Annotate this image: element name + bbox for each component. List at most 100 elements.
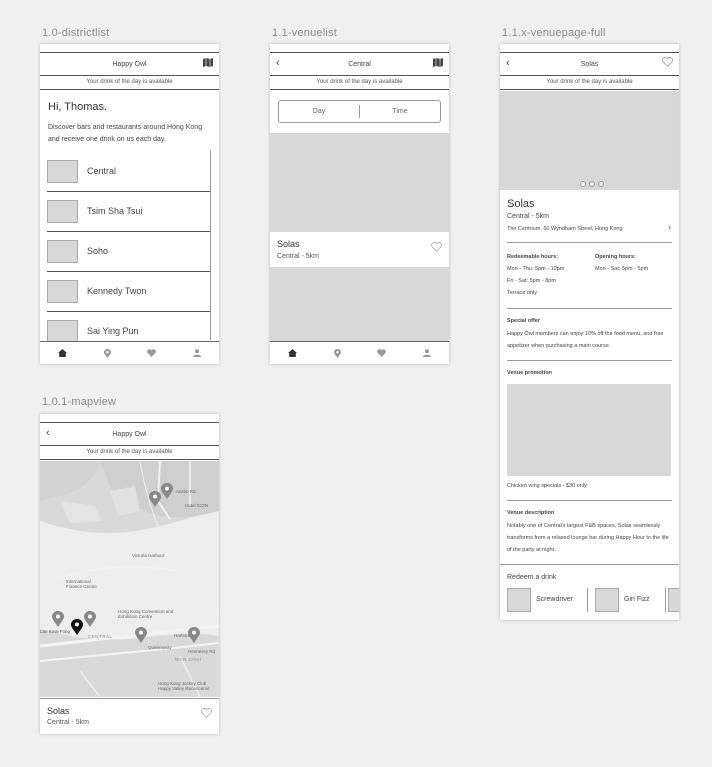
map-marker-icon[interactable] — [135, 627, 147, 643]
venue-image[interactable] — [270, 267, 449, 341]
map-label: Austin Rd — [176, 489, 196, 494]
heart-icon[interactable] — [662, 57, 673, 69]
redeem-hours-line: Fri - Sat: 5pm - 8pm — [507, 278, 556, 284]
opening-hours-line: Mon - Sat: 5pm - 5pm — [595, 266, 649, 272]
drink-banner[interactable]: Your drink of the day is available — [270, 75, 449, 90]
district-thumbnail — [47, 240, 78, 263]
redeem-hours-title: Redeemable hours: — [507, 254, 559, 260]
user-icon[interactable] — [419, 346, 435, 360]
filter-time[interactable]: Time — [360, 101, 440, 122]
districtlist-screen: Happy Owl Your drink of the day is avail… — [40, 44, 219, 364]
venuelist-screen: ‹ Central Your drink of the day is avail… — [270, 44, 449, 364]
intro-text: Discover bars and restaurants around Hon… — [48, 124, 203, 143]
header-title: Central — [348, 60, 371, 68]
map-marker-icon[interactable] — [52, 611, 64, 627]
chevron-right-icon[interactable]: › — [668, 222, 671, 232]
promotion-caption: Chicken wing specials - $30 only — [507, 483, 587, 489]
venue-name[interactable]: Solas — [47, 706, 70, 716]
heart-icon[interactable] — [201, 705, 212, 723]
map-icon[interactable] — [433, 58, 443, 69]
promotion-image[interactable] — [507, 384, 671, 476]
map-label: Lan Kwai Fong — [40, 629, 71, 634]
carousel-dots[interactable] — [580, 181, 604, 187]
map-marker-icon[interactable] — [149, 491, 161, 507]
map-marker-icon[interactable] — [99, 346, 115, 360]
drink-thumbnail — [595, 588, 619, 612]
divider — [507, 242, 672, 243]
divider — [507, 360, 672, 361]
carousel-dot[interactable] — [598, 181, 604, 187]
special-offer-title: Special offer — [507, 318, 541, 324]
divider — [507, 500, 672, 501]
drink-banner[interactable]: Your drink of the day is available — [40, 445, 219, 460]
drink-label: Screwdriver — [536, 596, 573, 603]
frame-label-venuelist: 1.1-venuelist — [272, 27, 337, 39]
venue-image[interactable] — [270, 133, 449, 232]
venue-description-text: Notably one of Central's largest F&B spa… — [507, 523, 669, 553]
map-label: Hong Kong Jockey Club Happy Valley Racec… — [158, 681, 210, 691]
map-marker-icon[interactable] — [84, 611, 96, 627]
map-icon[interactable] — [203, 58, 213, 69]
heart-icon[interactable] — [431, 239, 442, 257]
drink-option[interactable]: Screwdriver — [507, 588, 588, 612]
app-header: ‹ Happy Owl — [40, 422, 219, 446]
divider — [507, 308, 672, 309]
venue-hero-image[interactable] — [500, 91, 679, 190]
carousel-dot[interactable] — [589, 181, 595, 187]
district-thumbnail — [47, 280, 78, 303]
heart-icon[interactable] — [374, 346, 390, 360]
drink-banner[interactable]: Your drink of the day is available — [500, 75, 679, 90]
drink-banner[interactable]: Your drink of the day is available — [40, 75, 219, 90]
scroll-divider — [210, 150, 211, 340]
day-time-filter: Day Time — [278, 100, 441, 123]
venue-meta: Central - 5km — [507, 213, 550, 220]
frame-label-districtlist: 1.0-districtlist — [42, 27, 110, 39]
heart-icon[interactable] — [144, 346, 160, 360]
map-marker-selected-icon[interactable] — [71, 619, 83, 635]
header-title: Solas — [580, 60, 599, 68]
venue-meta: Central - 5km — [47, 719, 90, 726]
district-label: Tsim Sha Tsui — [87, 206, 143, 216]
district-thumbnail — [47, 320, 78, 343]
header-title: Happy Owl — [112, 430, 147, 438]
divider — [40, 698, 219, 699]
map-label: Hotel ICON — [185, 503, 209, 508]
home-icon[interactable] — [54, 346, 70, 360]
back-chevron-icon[interactable]: ‹ — [276, 57, 280, 69]
map-label: Queensway — [148, 645, 172, 650]
venue-promotion-title: Venue promotion — [507, 370, 552, 376]
venue-name[interactable]: Solas — [277, 239, 300, 249]
map-area[interactable]: Austin Rd Hotel ICON Victoria Harbour In… — [40, 461, 219, 697]
venue-description-title: Venue description — [507, 510, 555, 516]
venue-meta: Central - 5km — [277, 253, 320, 260]
district-item[interactable]: Soho — [47, 232, 210, 272]
carousel-dot[interactable] — [580, 181, 586, 187]
frame-label-mapview: 1.0.1-mapview — [42, 396, 117, 408]
user-icon[interactable] — [189, 346, 205, 360]
drink-option[interactable]: Gin Fizz — [595, 588, 666, 612]
drink-thumbnail[interactable] — [668, 588, 679, 612]
venue-address[interactable]: The Centrium, 60 Wyndham Street, Hong Ko… — [507, 226, 623, 232]
district-item[interactable]: Central — [47, 152, 210, 192]
home-icon[interactable] — [284, 346, 300, 360]
app-header: ‹ Solas — [500, 52, 679, 76]
map-marker-icon[interactable] — [161, 483, 173, 499]
district-label: Central — [87, 166, 117, 176]
venue-name: Solas — [507, 198, 535, 210]
redeem-drink-title: Redeem a drink — [507, 574, 557, 581]
bottom-nav — [40, 341, 219, 364]
app-header: Happy Owl — [40, 52, 219, 76]
back-chevron-icon[interactable]: ‹ — [46, 427, 50, 439]
district-label: Soho — [87, 246, 109, 256]
filter-day[interactable]: Day — [279, 105, 360, 118]
map-label: CENTRAL — [88, 634, 113, 639]
map-marker-icon[interactable] — [188, 627, 200, 643]
back-chevron-icon[interactable]: ‹ — [506, 57, 510, 69]
district-item[interactable]: Tsim Sha Tsui — [47, 192, 210, 232]
district-label: Kennedy Twon — [87, 286, 147, 296]
map-label: Hong Kong Convention and Exhibition Cent… — [118, 609, 174, 619]
district-item[interactable]: Kennedy Twon — [47, 272, 210, 312]
drink-thumbnail — [507, 588, 531, 612]
special-offer-text: Happy Owl members can enjoy 10% off the … — [507, 331, 664, 349]
map-marker-icon[interactable] — [329, 346, 345, 360]
